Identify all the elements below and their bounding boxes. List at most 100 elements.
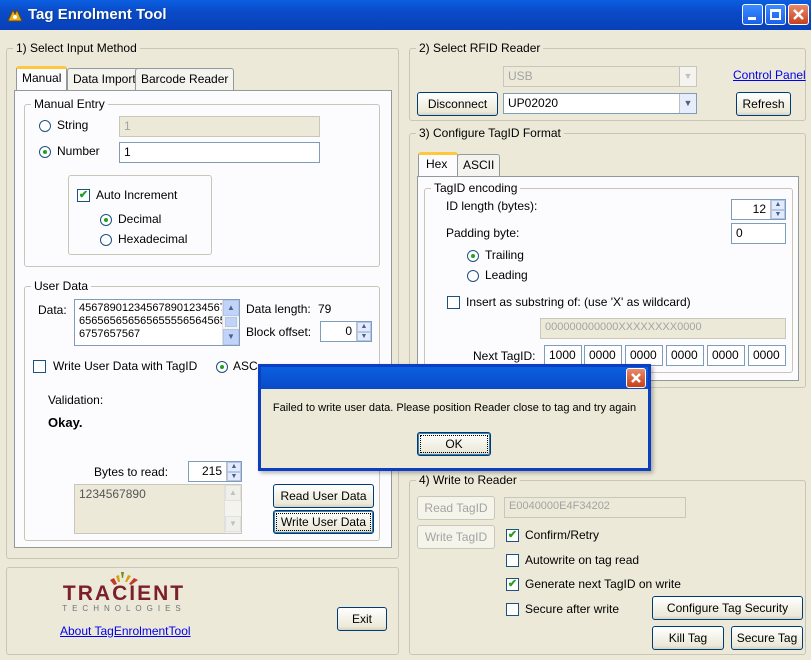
tab-data-import[interactable]: Data Import <box>67 68 142 90</box>
data-length-value: 79 <box>318 302 332 316</box>
string-input[interactable]: 1 <box>119 116 320 137</box>
connection-select[interactable]: USB <box>503 66 697 87</box>
next-tagid-field-5[interactable]: 0000 <box>707 345 745 366</box>
substring-checkbox[interactable] <box>447 296 460 309</box>
block-offset-spinner[interactable]: ▲ ▼ <box>356 322 371 341</box>
write-user-data-button[interactable]: Write User Data <box>273 510 374 534</box>
next-tagid-field-4[interactable]: 0000 <box>666 345 704 366</box>
exit-button[interactable]: Exit <box>337 607 387 631</box>
string-label: String <box>57 118 89 132</box>
svg-text:TECHNOLOGIES: TECHNOLOGIES <box>62 604 186 612</box>
next-tagid-field-1[interactable]: 1000 <box>544 345 582 366</box>
read-user-data-button[interactable]: Read User Data <box>273 484 374 508</box>
scroll-down-icon[interactable]: ▼ <box>225 516 241 532</box>
trailing-radio[interactable] <box>467 250 479 262</box>
write-with-tagid-checkbox[interactable] <box>33 360 46 373</box>
next-tagid-label: Next TagID: <box>473 349 536 363</box>
kill-tag-button[interactable]: Kill Tag <box>652 626 724 650</box>
dialog-close-button[interactable] <box>626 368 646 388</box>
minimize-button[interactable] <box>742 4 763 25</box>
chevron-down-icon[interactable]: ▼ <box>679 94 696 113</box>
minimize-icon <box>748 17 756 20</box>
spin-up-icon[interactable]: ▲ <box>357 322 371 332</box>
id-length-label: ID length (bytes): <box>446 199 538 213</box>
scroll-down-icon[interactable]: ▼ <box>223 329 239 345</box>
spin-down-icon[interactable]: ▼ <box>357 331 371 341</box>
tab-ascii[interactable]: ASCII <box>457 154 501 176</box>
trailing-label: Trailing <box>485 248 524 262</box>
generate-next-checkbox[interactable]: ✔ <box>506 578 519 591</box>
hexadecimal-radio[interactable] <box>100 234 112 246</box>
substring-input[interactable]: 000000000000XXXXXXXX0000 <box>540 318 786 339</box>
control-panel-link[interactable]: Control Panel <box>733 68 806 82</box>
id-length-spinner[interactable]: ▲ ▼ <box>770 200 785 219</box>
refresh-button[interactable]: Refresh <box>736 92 791 116</box>
scroll-up-icon[interactable]: ▲ <box>225 485 241 501</box>
write-tagid-button[interactable]: Write TagID <box>417 525 495 549</box>
spin-up-icon[interactable]: ▲ <box>227 462 241 472</box>
tab-manual[interactable]: Manual <box>16 66 68 91</box>
auto-increment-checkbox[interactable]: ✔ <box>77 189 90 202</box>
tab-barcode-reader[interactable]: Barcode Reader <box>135 68 235 90</box>
user-data-label: User Data <box>31 279 92 293</box>
write-reader-label: 4) Write to Reader <box>416 473 520 487</box>
reader-select[interactable]: UP02020 <box>503 93 697 114</box>
string-radio[interactable] <box>39 120 51 132</box>
data-label: Data: <box>38 303 67 317</box>
tab-barcode-reader-label: Barcode Reader <box>141 72 229 86</box>
about-link[interactable]: About TagEnrolmentTool <box>60 624 191 638</box>
title-bar[interactable]: Tag Enrolment Tool <box>0 0 811 30</box>
tab-hex[interactable]: Hex <box>418 152 459 177</box>
data-line-3: 6757657567 <box>79 328 141 340</box>
secure-after-write-checkbox[interactable] <box>506 603 519 616</box>
user-data-textarea[interactable]: 456789012345678901234567 656565656565655… <box>74 299 240 346</box>
next-tagid-field-3[interactable]: 0000 <box>625 345 663 366</box>
write-with-tagid-label: Write User Data with TagID <box>53 359 198 373</box>
confirm-retry-label: Confirm/Retry <box>525 528 600 542</box>
tracient-logo: TRACIENT TECHNOLOGIES <box>62 572 186 612</box>
scroll-thumb[interactable] <box>225 317 237 327</box>
confirm-retry-checkbox[interactable]: ✔ <box>506 529 519 542</box>
leading-label: Leading <box>485 268 528 282</box>
close-button[interactable] <box>788 4 809 25</box>
data-scrollbar[interactable]: ▲ ▼ <box>222 300 239 345</box>
tagid-format-label: 3) Configure TagID Format <box>416 126 564 140</box>
ascii-label: ASC <box>233 359 258 373</box>
read-data-scrollbar[interactable]: ▲ ▼ <box>224 485 241 533</box>
number-radio[interactable] <box>39 146 51 158</box>
autowrite-checkbox[interactable] <box>506 554 519 567</box>
rfid-reader-label: 2) Select RFID Reader <box>416 41 544 55</box>
generate-next-label: Generate next TagID on write <box>525 577 681 591</box>
validation-label: Validation: <box>48 393 104 407</box>
next-tagid-field-2[interactable]: 0000 <box>584 345 622 366</box>
bytes-to-read-spinner[interactable]: ▲ ▼ <box>226 462 241 481</box>
validation-value: Okay. <box>48 415 83 430</box>
dialog-ok-button[interactable]: OK <box>417 432 491 456</box>
tab-data-import-label: Data Import <box>73 72 136 86</box>
chevron-down-icon[interactable]: ▼ <box>679 67 696 86</box>
read-data-textarea[interactable]: 1234567890 <box>74 484 242 534</box>
next-tagid-field-6[interactable]: 0000 <box>748 345 786 366</box>
maximize-button[interactable] <box>765 4 786 25</box>
tagid-encoding-label: TagID encoding <box>431 181 521 195</box>
read-tagid-button[interactable]: Read TagID <box>417 496 495 520</box>
spin-up-icon[interactable]: ▲ <box>771 200 785 210</box>
secure-tag-button[interactable]: Secure Tag <box>731 626 803 650</box>
tagid-display[interactable]: E0040000E4F34202 <box>504 497 686 518</box>
number-label: Number <box>57 144 100 158</box>
dialog-title-bar[interactable] <box>261 367 648 389</box>
configure-tag-security-button[interactable]: Configure Tag Security <box>652 596 803 620</box>
decimal-radio[interactable] <box>100 214 112 226</box>
decimal-label: Decimal <box>118 212 162 226</box>
leading-radio[interactable] <box>467 270 479 282</box>
spin-down-icon[interactable]: ▼ <box>771 209 785 219</box>
number-input[interactable]: 1 <box>119 142 320 163</box>
ascii-radio[interactable] <box>216 361 228 373</box>
disconnect-button[interactable]: Disconnect <box>417 92 498 116</box>
scroll-up-icon[interactable]: ▲ <box>223 300 239 316</box>
error-dialog: Failed to write user data. Please positi… <box>258 364 651 471</box>
app-icon <box>7 8 23 22</box>
spin-down-icon[interactable]: ▼ <box>227 471 241 481</box>
padding-input[interactable]: 0 <box>731 223 786 244</box>
substring-label: Insert as substring of: (use 'X' as wild… <box>466 295 691 309</box>
